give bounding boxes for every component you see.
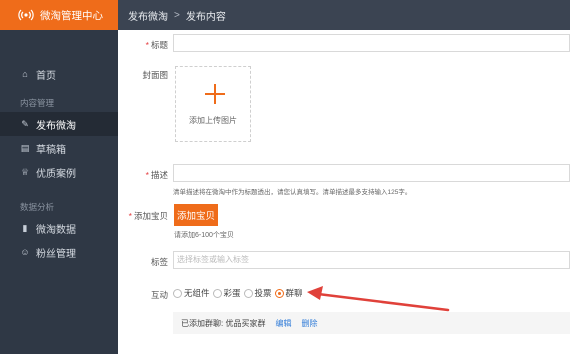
brand-title: 微淘管理中心 <box>40 9 103 22</box>
sidebar-item-data[interactable]: ▮ 微淘数据 <box>0 216 118 240</box>
cover-label: 封面图 <box>142 70 168 80</box>
case-icon: ♕ <box>20 166 30 177</box>
title-label: * 标题 <box>145 40 168 50</box>
item-hint: 请添加6-100个宝贝 <box>174 232 234 239</box>
cover-upload[interactable]: 添加上传图片 <box>175 66 251 142</box>
tag-placeholder: 选择标签或输入标签 <box>177 255 249 264</box>
sidebar-item-label: 发布微淘 <box>36 120 76 132</box>
publish-form: * 标题 封面图 添加上传图片 * 描述 清单描述将在微淘中作为标题透出，请您认真填… <box>118 30 570 354</box>
sidebar-group-data: 数据分析 <box>20 202 55 212</box>
desc-hint: 清单描述将在微淘中作为标题透出，请您认真填写。清单描述最多支持输入125字。 <box>173 189 412 196</box>
required-mark: * <box>128 211 132 221</box>
edit-link[interactable]: 编辑 <box>275 318 291 329</box>
sidebar-item-home[interactable]: ⌂ 首页 <box>0 62 118 86</box>
interact-radio-group: 无组件 彩蛋 投票 群聊 <box>173 287 306 299</box>
required-mark: * <box>145 170 149 180</box>
sidebar-item-fans[interactable]: ☺ 粉丝管理 <box>0 240 118 264</box>
radio-dot <box>173 288 182 298</box>
title-input[interactable] <box>173 34 570 52</box>
breadcrumb: 发布微淘 > 发布内容 <box>118 0 570 30</box>
sidebar-item-label: 草稿箱 <box>36 144 66 156</box>
radio-easter-egg[interactable]: 彩蛋 <box>212 287 241 299</box>
delete-link[interactable]: 删除 <box>301 318 317 329</box>
sidebar-item-label: 粉丝管理 <box>36 248 76 260</box>
tag-input[interactable]: 选择标签或输入标签 <box>173 251 570 269</box>
interact-label: 互动 <box>150 290 168 300</box>
tag-label: 标签 <box>150 257 168 267</box>
sidebar-item-label: 优质案例 <box>36 168 76 180</box>
plus-icon <box>205 84 225 104</box>
sidebar-item-drafts[interactable]: ▤ 草稿箱 <box>0 136 118 160</box>
required-mark: * <box>145 40 149 50</box>
broadcast-logo-icon <box>18 9 34 21</box>
brand[interactable]: 微淘管理中心 <box>0 0 118 30</box>
upload-text: 添加上传图片 <box>189 116 237 125</box>
breadcrumb-root[interactable]: 发布微淘 <box>128 8 168 23</box>
draft-icon: ▤ <box>20 142 30 153</box>
radio-dot-selected <box>274 288 284 298</box>
radio-dot <box>212 288 222 298</box>
radio-vote[interactable]: 投票 <box>243 287 272 299</box>
desc-input[interactable] <box>173 164 570 182</box>
edit-icon: ✎ <box>21 118 29 129</box>
added-group-box: 已添加群聊: 优品买家群 编辑 删除 <box>173 312 570 334</box>
item-label: * 添加宝贝 <box>128 211 168 221</box>
bar-chart-icon: ▮ <box>22 222 28 233</box>
radio-dot <box>243 288 253 298</box>
added-group-text: 已添加群聊: 优品买家群 <box>181 318 266 328</box>
sidebar-item-cases[interactable]: ♕ 优质案例 <box>0 160 118 184</box>
sidebar-item-label: 微淘数据 <box>36 224 76 236</box>
sidebar: 微淘管理中心 ⌂ 首页 内容管理 ✎ 发布微淘 ▤ 草稿箱 ♕ 优质案例 数据分… <box>0 0 118 354</box>
sidebar-group-content: 内容管理 <box>20 98 55 108</box>
desc-label: * 描述 <box>145 170 168 180</box>
fans-icon: ☺ <box>20 247 30 257</box>
sidebar-item-publish[interactable]: ✎ 发布微淘 <box>0 112 118 136</box>
breadcrumb-current: 发布内容 <box>185 11 226 23</box>
add-item-button[interactable]: 添加宝贝 <box>174 204 218 226</box>
breadcrumb-separator: > <box>174 9 180 21</box>
radio-none[interactable]: 无组件 <box>173 287 210 299</box>
radio-group-chat[interactable]: 群聊 <box>274 287 303 299</box>
sidebar-item-label: 首页 <box>36 70 56 82</box>
app: 微淘管理中心 ⌂ 首页 内容管理 ✎ 发布微淘 ▤ 草稿箱 ♕ 优质案例 数据分… <box>0 0 570 354</box>
home-icon: ⌂ <box>22 69 28 79</box>
